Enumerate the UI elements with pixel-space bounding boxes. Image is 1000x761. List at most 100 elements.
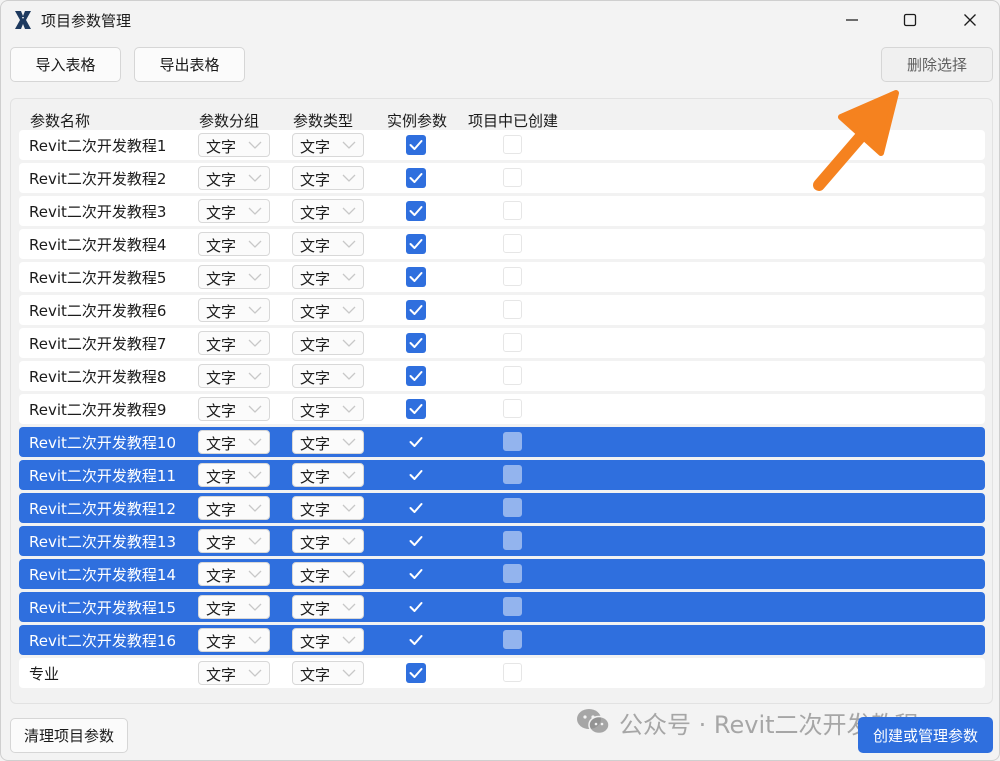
- created-in-project-checkbox[interactable]: [503, 267, 522, 286]
- table-row[interactable]: Revit二次开发教程16 文字 文字: [19, 625, 985, 655]
- param-type-value: 文字: [300, 336, 331, 354]
- param-type-dropdown[interactable]: 文字: [292, 661, 364, 685]
- table-row[interactable]: Revit二次开发教程9 文字 文字: [19, 394, 985, 424]
- param-group-dropdown[interactable]: 文字: [198, 628, 270, 652]
- instance-param-checkbox[interactable]: [406, 663, 426, 683]
- instance-param-checkbox[interactable]: [406, 399, 426, 419]
- param-group-dropdown[interactable]: 文字: [198, 430, 270, 454]
- param-type-dropdown[interactable]: 文字: [292, 562, 364, 586]
- instance-param-checkbox[interactable]: [406, 432, 426, 452]
- instance-param-checkbox[interactable]: [406, 498, 426, 518]
- created-in-project-checkbox[interactable]: [503, 531, 522, 550]
- param-group-dropdown[interactable]: 文字: [198, 331, 270, 355]
- param-type-dropdown[interactable]: 文字: [292, 529, 364, 553]
- export-table-button[interactable]: 导出表格: [134, 47, 245, 82]
- table-row[interactable]: Revit二次开发教程13 文字 文字: [19, 526, 985, 556]
- table-row[interactable]: Revit二次开发教程7 文字 文字: [19, 328, 985, 358]
- table-row[interactable]: 专业 文字 文字: [19, 658, 985, 688]
- header-param-name[interactable]: 参数名称: [30, 110, 90, 131]
- param-group-dropdown[interactable]: 文字: [198, 133, 270, 157]
- created-in-project-checkbox[interactable]: [503, 366, 522, 385]
- instance-param-checkbox[interactable]: [406, 465, 426, 485]
- param-type-dropdown[interactable]: 文字: [292, 595, 364, 619]
- param-group-dropdown[interactable]: 文字: [198, 496, 270, 520]
- param-group-dropdown[interactable]: 文字: [198, 595, 270, 619]
- param-group-dropdown[interactable]: 文字: [198, 397, 270, 421]
- create-or-manage-params-button[interactable]: 创建或管理参数: [858, 717, 993, 753]
- param-type-dropdown[interactable]: 文字: [292, 364, 364, 388]
- table-row[interactable]: Revit二次开发教程8 文字 文字: [19, 361, 985, 391]
- created-in-project-checkbox[interactable]: [503, 663, 522, 682]
- created-in-project-checkbox[interactable]: [503, 168, 522, 187]
- created-in-project-checkbox[interactable]: [503, 432, 522, 451]
- header-instance-param[interactable]: 实例参数: [387, 110, 447, 131]
- param-group-dropdown[interactable]: 文字: [198, 265, 270, 289]
- instance-param-checkbox[interactable]: [406, 366, 426, 386]
- created-in-project-checkbox[interactable]: [503, 399, 522, 418]
- chevron-down-icon: [342, 471, 356, 479]
- instance-param-checkbox[interactable]: [406, 135, 426, 155]
- instance-param-checkbox[interactable]: [406, 333, 426, 353]
- param-type-dropdown[interactable]: 文字: [292, 496, 364, 520]
- instance-param-checkbox[interactable]: [406, 564, 426, 584]
- title-bar[interactable]: 项目参数管理: [1, 1, 999, 41]
- created-in-project-checkbox[interactable]: [503, 333, 522, 352]
- instance-param-checkbox[interactable]: [406, 597, 426, 617]
- param-type-dropdown[interactable]: 文字: [292, 628, 364, 652]
- param-group-dropdown[interactable]: 文字: [198, 199, 270, 223]
- param-type-dropdown[interactable]: 文字: [292, 298, 364, 322]
- param-group-dropdown[interactable]: 文字: [198, 298, 270, 322]
- table-row[interactable]: Revit二次开发教程3 文字 文字: [19, 196, 985, 226]
- chevron-down-icon: [248, 537, 262, 545]
- clean-project-params-button[interactable]: 清理项目参数: [10, 718, 128, 753]
- header-param-type[interactable]: 参数类型: [293, 110, 353, 131]
- param-type-dropdown[interactable]: 文字: [292, 463, 364, 487]
- param-group-dropdown[interactable]: 文字: [198, 364, 270, 388]
- param-type-dropdown[interactable]: 文字: [292, 232, 364, 256]
- header-created-in-project[interactable]: 项目中已创建: [468, 110, 558, 131]
- param-type-dropdown[interactable]: 文字: [292, 199, 364, 223]
- instance-param-checkbox[interactable]: [406, 630, 426, 650]
- maximize-button[interactable]: [887, 5, 933, 35]
- table-row[interactable]: Revit二次开发教程10 文字 文字: [19, 427, 985, 457]
- instance-param-checkbox[interactable]: [406, 531, 426, 551]
- table-row[interactable]: Revit二次开发教程11 文字 文字: [19, 460, 985, 490]
- param-group-dropdown[interactable]: 文字: [198, 232, 270, 256]
- created-in-project-checkbox[interactable]: [503, 201, 522, 220]
- table-row[interactable]: Revit二次开发教程5 文字 文字: [19, 262, 985, 292]
- created-in-project-checkbox[interactable]: [503, 564, 522, 583]
- instance-param-checkbox[interactable]: [406, 267, 426, 287]
- param-group-dropdown[interactable]: 文字: [198, 562, 270, 586]
- param-group-dropdown[interactable]: 文字: [198, 166, 270, 190]
- created-in-project-checkbox[interactable]: [503, 498, 522, 517]
- created-in-project-checkbox[interactable]: [503, 597, 522, 616]
- created-in-project-checkbox[interactable]: [503, 135, 522, 154]
- created-in-project-checkbox[interactable]: [503, 465, 522, 484]
- header-param-group[interactable]: 参数分组: [199, 110, 259, 131]
- param-type-dropdown[interactable]: 文字: [292, 133, 364, 157]
- delete-selected-button[interactable]: 删除选择: [881, 47, 993, 82]
- param-group-dropdown[interactable]: 文字: [198, 661, 270, 685]
- param-type-dropdown[interactable]: 文字: [292, 331, 364, 355]
- created-in-project-checkbox[interactable]: [503, 234, 522, 253]
- table-row[interactable]: Revit二次开发教程12 文字 文字: [19, 493, 985, 523]
- import-table-button[interactable]: 导入表格: [10, 47, 121, 82]
- instance-param-checkbox[interactable]: [406, 168, 426, 188]
- instance-param-checkbox[interactable]: [406, 300, 426, 320]
- close-button[interactable]: [947, 5, 993, 35]
- table-row[interactable]: Revit二次开发教程6 文字 文字: [19, 295, 985, 325]
- created-in-project-checkbox[interactable]: [503, 630, 522, 649]
- param-type-dropdown[interactable]: 文字: [292, 166, 364, 190]
- table-row[interactable]: Revit二次开发教程15 文字 文字: [19, 592, 985, 622]
- param-type-dropdown[interactable]: 文字: [292, 397, 364, 421]
- param-group-dropdown[interactable]: 文字: [198, 463, 270, 487]
- table-row[interactable]: Revit二次开发教程14 文字 文字: [19, 559, 985, 589]
- table-row[interactable]: Revit二次开发教程4 文字 文字: [19, 229, 985, 259]
- param-type-dropdown[interactable]: 文字: [292, 430, 364, 454]
- created-in-project-checkbox[interactable]: [503, 300, 522, 319]
- instance-param-checkbox[interactable]: [406, 234, 426, 254]
- param-group-dropdown[interactable]: 文字: [198, 529, 270, 553]
- minimize-button[interactable]: [829, 5, 875, 35]
- instance-param-checkbox[interactable]: [406, 201, 426, 221]
- param-type-dropdown[interactable]: 文字: [292, 265, 364, 289]
